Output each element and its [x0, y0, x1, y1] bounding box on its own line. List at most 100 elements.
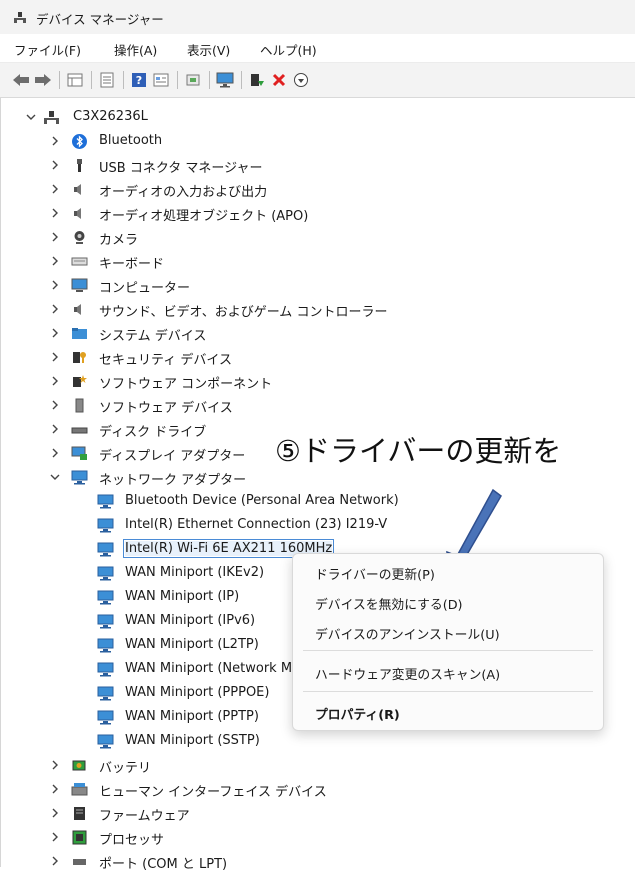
tree-category[interactable]: サウンド、ビデオ、およびゲーム コントローラー	[1, 298, 634, 322]
chevron-right-icon[interactable]	[49, 447, 61, 459]
chevron-right-icon[interactable]	[49, 207, 61, 219]
tree-category[interactable]: セキュリティ デバイス	[1, 346, 634, 370]
hid-icon	[71, 783, 88, 796]
tree-category[interactable]: バッテリ	[1, 754, 634, 778]
tree-category[interactable]: カメラ	[1, 226, 634, 250]
keyboard-icon	[71, 257, 88, 266]
tree-item-label: WAN Miniport (L2TP)	[125, 637, 259, 652]
network-adapter-icon	[97, 686, 114, 701]
chevron-right-icon[interactable]	[49, 255, 61, 267]
usb-icon	[77, 159, 82, 172]
tree-item-label: システム デバイス	[99, 329, 207, 344]
menu-file[interactable]: ファイル(F)	[14, 40, 81, 59]
chevron-down-icon[interactable]	[25, 111, 37, 123]
chevron-down-icon[interactable]	[49, 471, 61, 483]
display-adapter-icon	[71, 446, 87, 460]
chevron-right-icon[interactable]	[49, 759, 61, 771]
menu-disable-device[interactable]: デバイスを無効にする(D)	[315, 594, 463, 613]
forward-arrow-icon[interactable]	[34, 71, 52, 89]
tree-category[interactable]: USB コネクタ マネージャー	[1, 154, 634, 178]
toolbar: ?	[0, 63, 635, 98]
network-adapter-icon	[97, 614, 114, 629]
chevron-right-icon[interactable]	[49, 183, 61, 195]
tree-item-label: キーボード	[99, 257, 165, 272]
tree-category[interactable]: Bluetooth	[1, 130, 634, 154]
tree-category[interactable]: ファームウェア	[1, 802, 634, 826]
chevron-right-icon[interactable]	[49, 351, 61, 363]
speaker-icon	[74, 184, 81, 195]
tree-category[interactable]: プロセッサ	[1, 826, 634, 850]
network-adapter-icon	[97, 590, 114, 605]
step-annotation: ⑤ドライバーの更新を	[275, 434, 562, 468]
back-arrow-icon[interactable]	[12, 71, 30, 89]
network-adapter-item[interactable]: WAN Miniport (SSTP)	[1, 730, 634, 754]
network-adapter-icon	[97, 710, 114, 725]
tree-category[interactable]: ポート (COM と LPT)	[1, 850, 634, 874]
tree-item-label: ポート (COM と LPT)	[99, 857, 228, 872]
uninstall-icon[interactable]	[270, 71, 288, 89]
tree-category[interactable]: オーディオの入力および出力	[1, 178, 634, 202]
menu-properties[interactable]: プロパティ(R)	[315, 704, 400, 723]
chevron-right-icon[interactable]	[49, 135, 61, 147]
chevron-right-icon[interactable]	[49, 159, 61, 171]
menu-help[interactable]: ヘルプ(H)	[260, 40, 317, 59]
chevron-right-icon[interactable]	[49, 279, 61, 291]
tree-category[interactable]: コンピューター	[1, 274, 634, 298]
monitor-icon[interactable]	[216, 71, 234, 89]
tree-category[interactable]: オーディオ処理オブジェクト (APO)	[1, 202, 634, 226]
device-tree: C3X26236L Bluetooth USB コネクタ マネージャーオーディオの入…	[0, 98, 634, 872]
tree-item-label: オーディオ処理オブジェクト (APO)	[99, 209, 309, 224]
menu-uninstall-device[interactable]: デバイスのアンインストール(U)	[315, 624, 500, 643]
chevron-right-icon[interactable]	[49, 855, 61, 867]
tree-item-label: WAN Miniport (IPv6)	[125, 613, 256, 628]
tree-item-label: WAN Miniport (PPTP)	[125, 709, 259, 724]
toolbar-separator	[209, 71, 210, 89]
network-adapter-icon	[97, 566, 114, 581]
title-bar: デバイス マネージャー	[0, 0, 635, 34]
tree-category[interactable]: キーボード	[1, 250, 634, 274]
menu-action[interactable]: 操作(A)	[114, 40, 157, 59]
network-adapter-icon	[97, 734, 114, 749]
enable-device-icon[interactable]	[248, 71, 266, 89]
chevron-right-icon[interactable]	[49, 327, 61, 339]
software-device-icon	[75, 398, 84, 413]
chevron-right-icon[interactable]	[49, 807, 61, 819]
chevron-right-icon[interactable]	[49, 303, 61, 315]
toolbar-separator	[177, 71, 178, 89]
tree-item-label: WAN Miniport (IKEv2)	[125, 565, 265, 580]
chevron-right-icon[interactable]	[49, 423, 61, 435]
tree-item-label: オーディオの入力および出力	[99, 185, 268, 200]
system-folder-icon	[72, 328, 87, 339]
menu-view[interactable]: 表示(V)	[187, 40, 230, 59]
tree-item-label: ソフトウェア コンポーネント	[99, 377, 273, 392]
help-icon[interactable]: ?	[130, 71, 148, 89]
network-adapter-item[interactable]: Bluetooth Device (Personal Area Network)	[1, 490, 634, 514]
network-adapter-icon	[97, 638, 114, 653]
update-driver-icon[interactable]	[292, 71, 310, 89]
chevron-right-icon[interactable]	[49, 231, 61, 243]
properties-grid-icon[interactable]	[66, 71, 84, 89]
chevron-right-icon[interactable]	[49, 831, 61, 843]
tree-root[interactable]: C3X26236L	[1, 106, 634, 130]
chevron-right-icon[interactable]	[49, 783, 61, 795]
tree-item-label: カメラ	[99, 233, 139, 248]
tree-item-label: WAN Miniport (IP)	[125, 589, 240, 604]
view-icon[interactable]	[152, 71, 170, 89]
show-hidden-icon[interactable]	[98, 71, 116, 89]
tree-category[interactable]: システム デバイス	[1, 322, 634, 346]
scan-hardware-icon[interactable]	[184, 71, 202, 89]
network-adapter-item[interactable]: Intel(R) Ethernet Connection (23) I219-V	[1, 514, 634, 538]
menu-update-driver[interactable]: ドライバーの更新(P)	[315, 564, 435, 583]
chevron-right-icon[interactable]	[49, 375, 61, 387]
tree-item-label: サウンド、ビデオ、およびゲーム コントローラー	[99, 305, 388, 320]
tree-category[interactable]: ソフトウェア コンポーネント	[1, 370, 634, 394]
chevron-right-icon[interactable]	[49, 399, 61, 411]
svg-text:?: ?	[136, 74, 142, 87]
tree-category[interactable]: ソフトウェア デバイス	[1, 394, 634, 418]
tree-item-label: ヒューマン インターフェイス デバイス	[99, 785, 327, 800]
network-adapter-icon	[71, 470, 88, 485]
speaker-icon	[74, 208, 81, 219]
menu-scan-hardware[interactable]: ハードウェア変更のスキャン(A)	[315, 664, 500, 683]
tree-item-label: コンピューター	[99, 281, 191, 296]
tree-category[interactable]: ヒューマン インターフェイス デバイス	[1, 778, 634, 802]
